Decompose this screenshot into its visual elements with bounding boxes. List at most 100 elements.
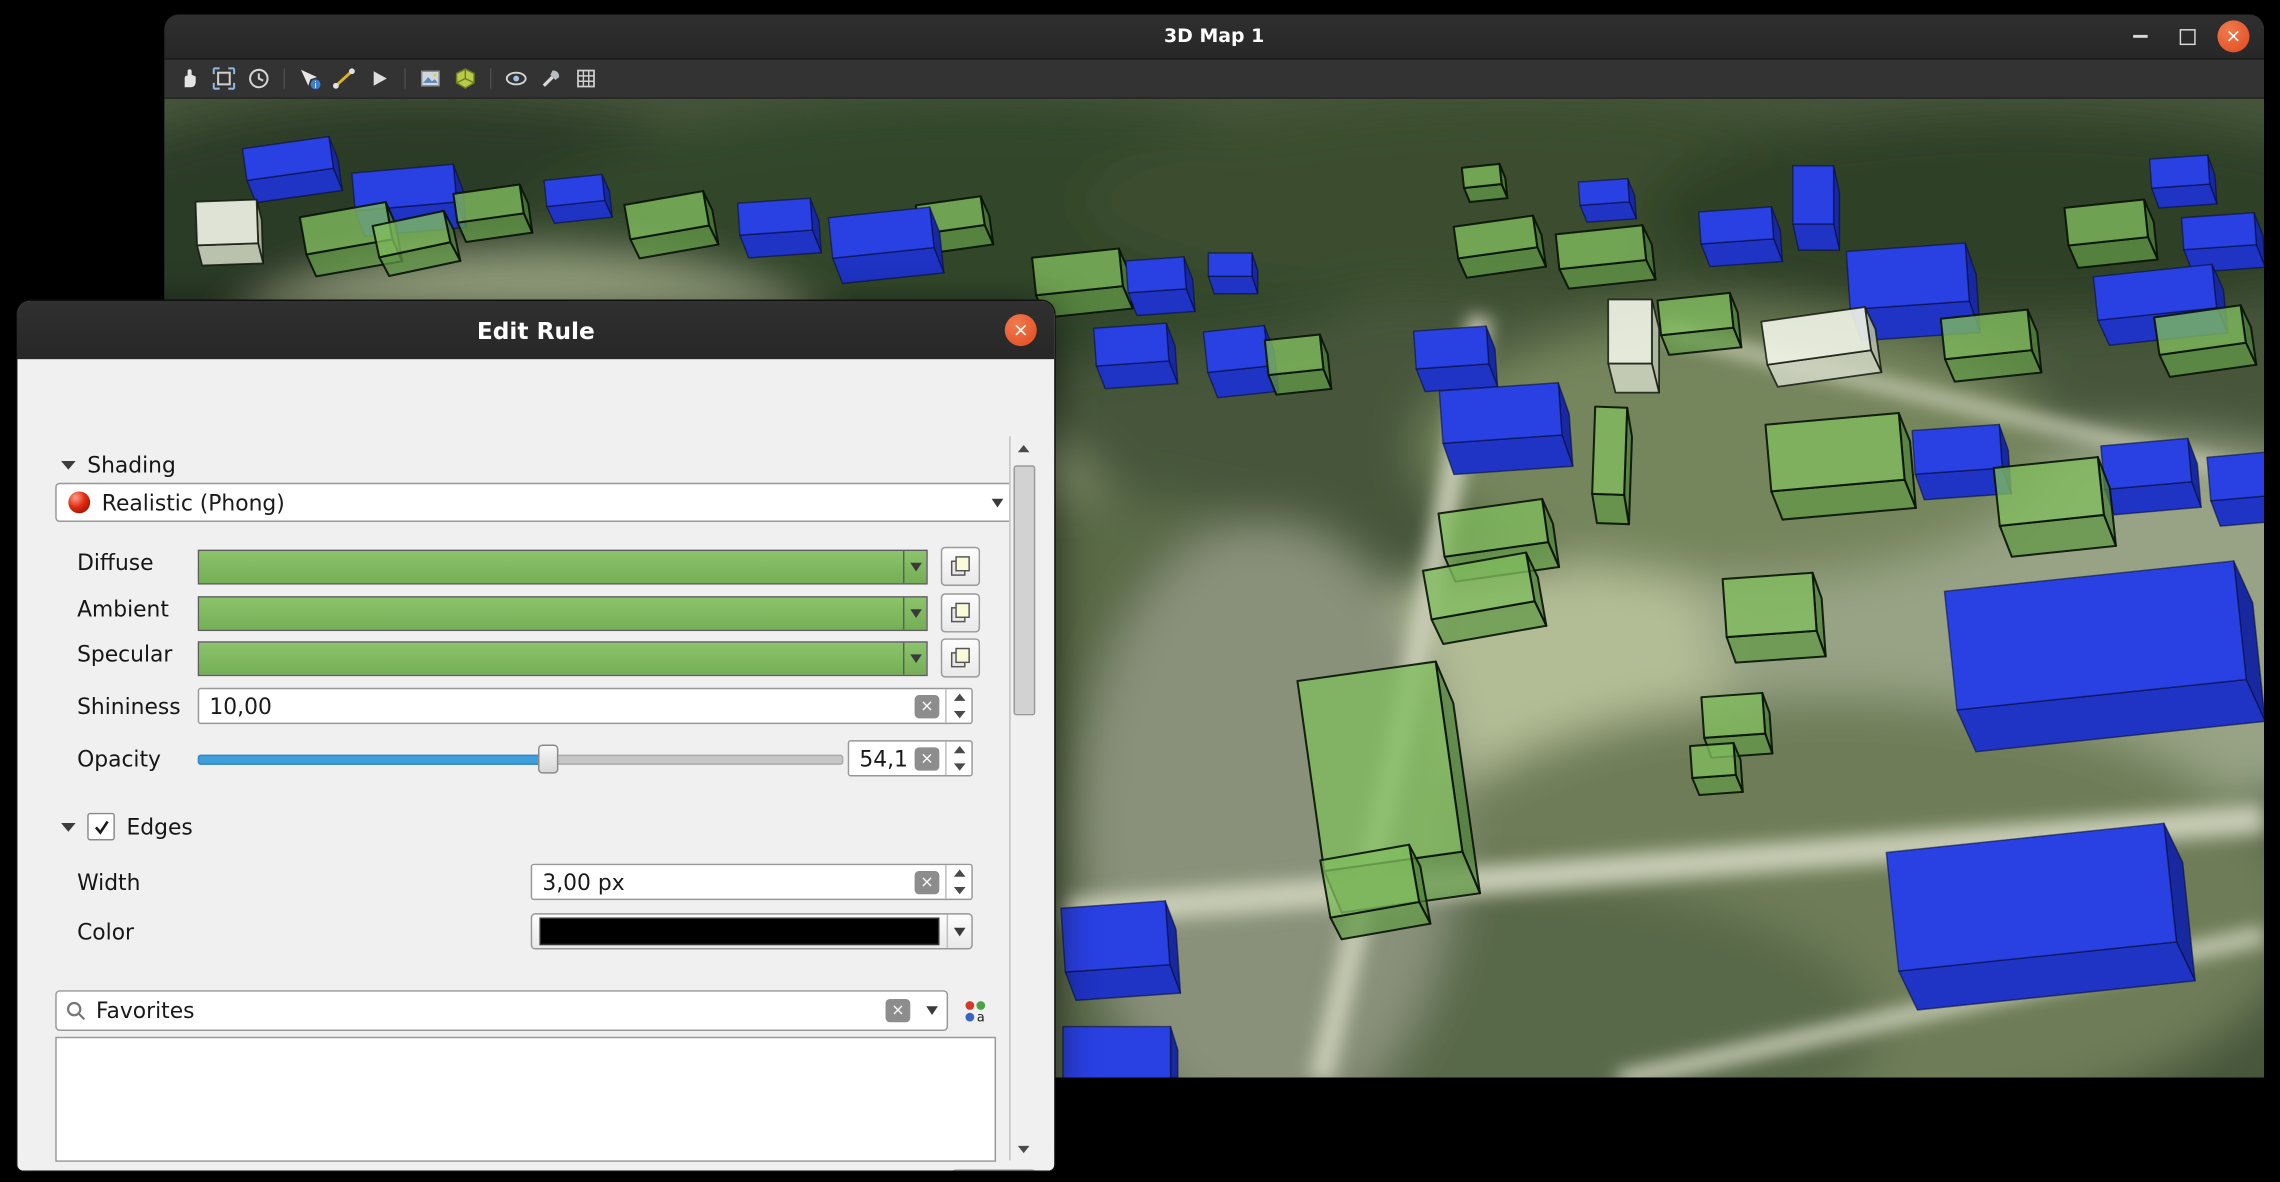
settings-grid-icon[interactable] (573, 65, 599, 91)
edge-width-value: 3,00 px (542, 869, 914, 895)
chevron-down-icon (954, 927, 966, 936)
ambient-label: Ambient (77, 596, 169, 622)
spin-up-button[interactable] (947, 865, 972, 882)
map-toolbar: i (164, 60, 2264, 99)
building (242, 136, 342, 204)
dialog-close-button[interactable]: × (1005, 314, 1037, 346)
edges-checkbox[interactable] (87, 813, 115, 841)
dialog-titlebar[interactable]: Edit Rule × (17, 301, 1054, 359)
close-icon: × (1013, 321, 1029, 340)
edges-group-header[interactable]: Edges (61, 813, 193, 841)
dialog-scrollbar[interactable] (1009, 436, 1037, 1160)
shininess-spinbox[interactable]: 10,00 × (198, 688, 973, 724)
opacity-spin-arrows[interactable] (945, 742, 971, 775)
chevron-down-icon (910, 562, 922, 571)
spin-down-button[interactable] (947, 758, 972, 775)
chevron-down-icon (910, 609, 922, 618)
identify-icon[interactable]: i (297, 65, 323, 91)
opacity-spinbox[interactable]: 54,1 × (848, 740, 973, 776)
zoom-full-icon[interactable] (211, 65, 237, 91)
clear-icon[interactable]: × (915, 747, 940, 770)
building (1454, 215, 1546, 279)
slider-fill (198, 755, 550, 765)
favorites-filter-combobox[interactable]: Favorites × (55, 990, 948, 1031)
chevron-down-icon (910, 654, 922, 663)
scrollbar-thumb[interactable] (1013, 465, 1035, 715)
building (1994, 456, 2116, 558)
spin-down-button[interactable] (947, 882, 972, 899)
building (1608, 300, 1659, 393)
pan-icon[interactable] (176, 65, 202, 91)
building (2150, 155, 2217, 209)
data-defined-override-icon (950, 555, 972, 577)
maximize-button[interactable] (2171, 20, 2203, 52)
shading-group-header[interactable]: Shading (61, 452, 176, 478)
edge-color-dropdown[interactable] (947, 915, 972, 948)
spin-down-button[interactable] (947, 706, 972, 723)
spin-up-button[interactable] (947, 689, 972, 706)
symbol-list[interactable] (55, 1037, 996, 1162)
save-image-icon[interactable] (417, 65, 443, 91)
specular-row (198, 638, 980, 677)
diffuse-row (198, 547, 980, 586)
building (1556, 225, 1656, 290)
measure-line-icon[interactable] (332, 65, 358, 91)
camera-view-icon[interactable] (503, 65, 529, 91)
scroll-down-button[interactable] (1011, 1137, 1037, 1160)
close-icon: × (2226, 27, 2242, 46)
building (1061, 900, 1181, 1001)
minimize-icon (2133, 35, 2148, 38)
configure-icon[interactable] (538, 65, 564, 91)
ambient-data-defined-button[interactable] (941, 593, 980, 632)
map-window-titlebar[interactable]: 3D Map 1 × (164, 15, 2264, 60)
building (1414, 326, 1498, 393)
spin-up-button[interactable] (947, 742, 972, 759)
building (453, 184, 532, 243)
edge-width-spinbox[interactable]: 3,00 px × (531, 864, 973, 900)
ambient-ramp-dropdown[interactable] (903, 597, 926, 629)
dialog-body: Shading Realistic (Phong) Diffuse Ambien… (17, 359, 1054, 1170)
shininess-spin-arrows[interactable] (945, 689, 971, 722)
slider-handle[interactable] (538, 744, 558, 773)
building (1941, 309, 2042, 383)
minimize-button[interactable] (2124, 20, 2156, 52)
edges-group-label: Edges (127, 814, 193, 840)
collapse-arrow-icon (61, 822, 76, 831)
shading-type-combobox[interactable]: Realistic (Phong) (55, 483, 1016, 522)
play-icon[interactable] (366, 65, 392, 91)
scroll-up-button[interactable] (1011, 436, 1037, 459)
style-manager-button[interactable]: a (957, 993, 993, 1029)
diffuse-data-defined-button[interactable] (941, 547, 980, 586)
color-label: Color (77, 919, 134, 945)
specular-data-defined-button[interactable] (941, 638, 980, 677)
building (1265, 334, 1332, 395)
arrow-down-icon (953, 763, 965, 770)
ambient-color-ramp-button[interactable] (198, 595, 928, 630)
clear-icon[interactable]: × (915, 694, 940, 717)
arrow-down-icon (953, 711, 965, 718)
data-defined-override-icon (950, 602, 972, 624)
building (1578, 178, 1636, 222)
window-close-button[interactable]: × (2217, 20, 2249, 52)
clear-icon[interactable]: × (886, 999, 911, 1022)
diffuse-color-ramp-button[interactable] (198, 549, 928, 584)
edge-color-button[interactable] (531, 913, 973, 949)
building (1063, 1027, 1178, 1078)
building (2101, 438, 2201, 516)
favorites-filter-value: Favorites (96, 998, 875, 1024)
opacity-slider[interactable] (198, 744, 844, 770)
building (1944, 559, 2264, 753)
building (1657, 292, 1741, 355)
clear-icon[interactable]: × (915, 870, 940, 893)
animation-clock-icon[interactable] (246, 65, 272, 91)
opacity-value: 54,1 (859, 745, 914, 771)
diffuse-ramp-dropdown[interactable] (903, 550, 926, 582)
building (738, 198, 822, 259)
specular-label: Specular (77, 641, 172, 667)
specular-color-ramp-button[interactable] (198, 641, 928, 676)
toolbar-separator (284, 68, 285, 88)
width-spin-arrows[interactable] (945, 865, 971, 898)
specular-ramp-dropdown[interactable] (903, 642, 926, 674)
export-3d-icon[interactable] (452, 65, 478, 91)
building (2064, 199, 2157, 269)
